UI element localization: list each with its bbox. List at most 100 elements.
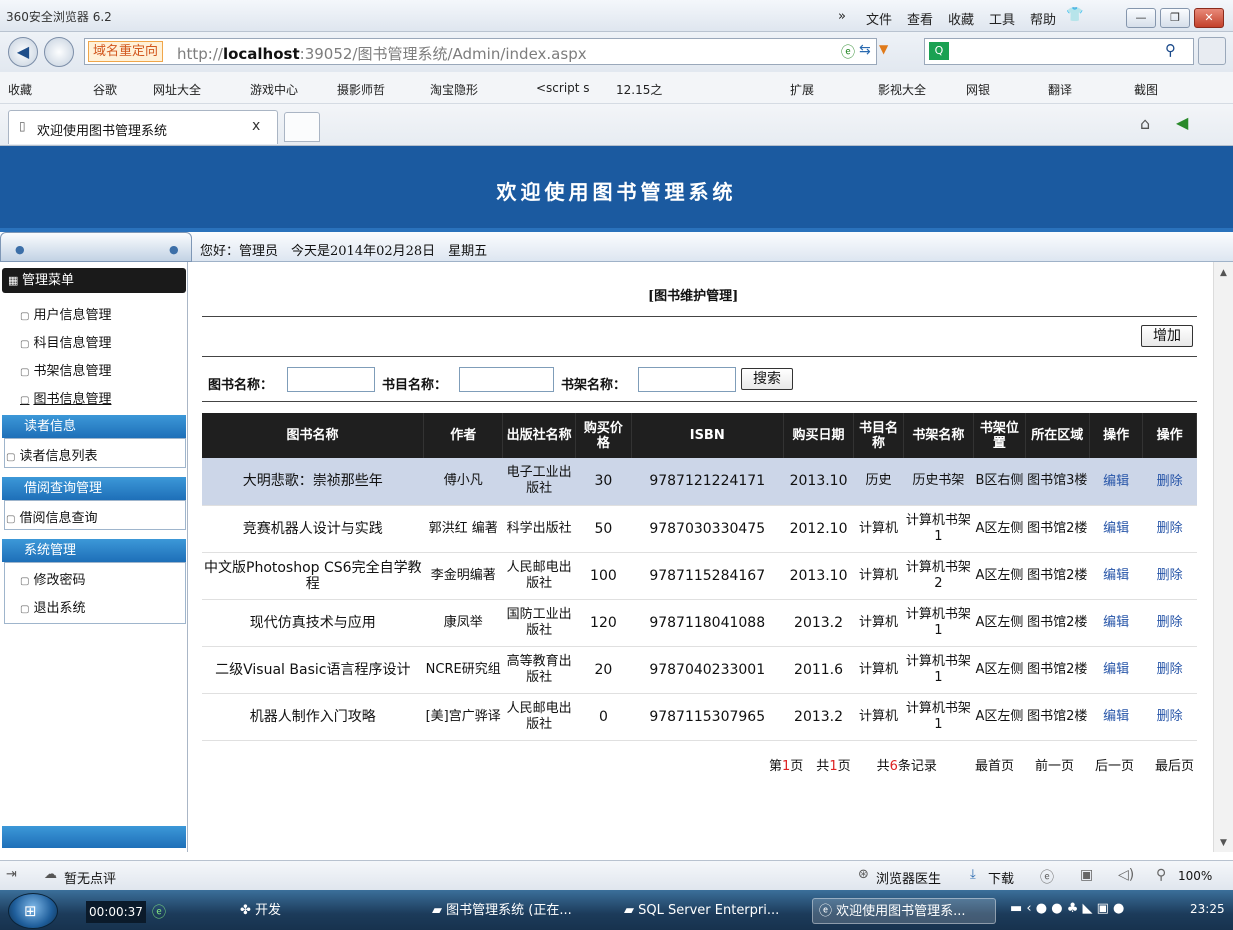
- sidebar-item-users[interactable]: 用户信息管理: [20, 304, 111, 323]
- sidebar-item-reader-list[interactable]: 读者信息列表: [6, 445, 97, 464]
- prev-page-link[interactable]: 前一页: [1035, 755, 1074, 774]
- tab-close-icon[interactable]: x: [252, 118, 260, 134]
- dropdown-icon[interactable]: ▼: [879, 42, 888, 56]
- comment-status[interactable]: 暂无点评: [64, 868, 116, 887]
- task-sql-server[interactable]: ▰ SQL Server Enterpri...: [624, 898, 779, 924]
- delete-link[interactable]: 删除: [1157, 474, 1183, 489]
- edit-link[interactable]: 编辑: [1103, 615, 1129, 630]
- fav-hao[interactable]: 网址大全: [153, 81, 201, 98]
- address-bar[interactable]: 域名重定向 http://localhost:39052/图书管理系统/Admi…: [84, 38, 888, 65]
- fav-video[interactable]: 影视大全: [878, 81, 926, 98]
- back-button[interactable]: ◀: [8, 37, 38, 67]
- edit-link[interactable]: 编辑: [1103, 474, 1129, 489]
- fav-screenshot[interactable]: 截图: [1134, 81, 1158, 98]
- new-tab-button[interactable]: [284, 112, 320, 142]
- task-browser[interactable]: ⓔ 欢迎使用图书管理系...: [812, 898, 996, 924]
- search-box[interactable]: Q ⚲: [924, 38, 1194, 65]
- zoom-level[interactable]: 100%: [1178, 869, 1212, 883]
- table-row[interactable]: 大明悲歌：崇祯那些年 傅小凡 电子工业出版社 30 9787121224171 2013.…: [202, 458, 1197, 506]
- home-icon[interactable]: ⌂: [1140, 114, 1150, 133]
- browser-doctor-link[interactable]: 浏览器医生: [876, 868, 941, 887]
- start-button[interactable]: ⊞: [8, 893, 58, 929]
- add-button[interactable]: 增加: [1141, 325, 1193, 347]
- menu-tools[interactable]: 工具: [989, 9, 1015, 28]
- first-page-link[interactable]: 最首页: [975, 755, 1014, 774]
- chevron-icon[interactable]: »: [838, 9, 846, 24]
- menu-help[interactable]: 帮助: [1030, 9, 1056, 28]
- delete-link[interactable]: 删除: [1157, 662, 1183, 677]
- table-row[interactable]: 竞赛机器人设计与实践 郭洪红 编著 科学出版社 50 9787030330475 2012…: [202, 505, 1197, 553]
- address-url[interactable]: http://localhost:39052/图书管理系统/Admin/inde…: [177, 43, 587, 64]
- task-dev[interactable]: ✤ 开发: [240, 898, 281, 924]
- last-page-link[interactable]: 最后页: [1155, 755, 1194, 774]
- maximize-button[interactable]: ❐: [1160, 8, 1190, 28]
- close-window-button[interactable]: ✕: [1194, 8, 1224, 28]
- table-cell: 2011.6: [783, 646, 854, 694]
- delete-link[interactable]: 删除: [1157, 615, 1183, 630]
- sidebar-section-system[interactable]: 系统管理: [2, 539, 186, 562]
- catalog-name-input[interactable]: [459, 367, 554, 392]
- fav-1215[interactable]: 12.15之: [616, 81, 662, 98]
- fav-extend[interactable]: 扩展: [790, 81, 814, 98]
- delete-link[interactable]: 删除: [1157, 709, 1183, 724]
- table-row[interactable]: 中文版Photoshop CS6完全自学教程 李金明编著 人民邮电出版社 100 978…: [202, 552, 1197, 600]
- sidebar-item-borrow-query[interactable]: 借阅信息查询: [6, 507, 97, 526]
- search-icon[interactable]: ⚲: [1165, 41, 1176, 59]
- sidebar-item-subjects[interactable]: 科目信息管理: [20, 332, 111, 351]
- sidebar-item-change-password[interactable]: 修改密码: [20, 569, 85, 588]
- column-header: 操作: [1089, 413, 1144, 458]
- delete-link[interactable]: 删除: [1157, 521, 1183, 536]
- undo-arrow-icon[interactable]: ◀: [1176, 113, 1188, 132]
- ie-task-icon[interactable]: ⓔ: [152, 902, 166, 922]
- menu-favorites[interactable]: 收藏: [948, 9, 974, 28]
- page-heading: [图书维护管理]: [648, 289, 739, 304]
- compat-mode-icon[interactable]: ⓔ: [841, 42, 855, 62]
- table-row[interactable]: 现代仿真技术与应用 康凤举 国防工业出版社 120 9787118041088 2013.…: [202, 599, 1197, 647]
- sidebar-section-borrow[interactable]: 借阅查询管理: [2, 477, 186, 500]
- task-project[interactable]: ▰ 图书管理系统 (正在...: [432, 898, 572, 924]
- download-link[interactable]: 下载: [988, 868, 1014, 887]
- search-engine-icon[interactable]: Q: [929, 42, 949, 60]
- forward-button[interactable]: [44, 37, 74, 67]
- sidebar-item-logout[interactable]: 退出系统: [20, 597, 85, 616]
- user-avatar-button[interactable]: [1198, 37, 1226, 65]
- fav-script[interactable]: <script s: [536, 81, 590, 95]
- fav-taobao[interactable]: 淘宝隐形: [430, 81, 478, 98]
- next-page-link[interactable]: 后一页: [1095, 755, 1134, 774]
- sidebar-item-books[interactable]: 图书信息管理: [20, 388, 111, 407]
- fav-bank[interactable]: 网银: [966, 81, 990, 98]
- fav-collect[interactable]: 收藏: [8, 81, 32, 98]
- window-icon[interactable]: ▣: [1080, 867, 1093, 883]
- tray-icons[interactable]: ▬ ‹ ● ● ♣ ◣ ▣ ●: [1010, 901, 1124, 916]
- table-row[interactable]: 机器人制作入门攻略 [美]宫广骅译 人民邮电出版社 0 9787115307965 201…: [202, 693, 1197, 741]
- table-cell: 120: [575, 599, 632, 647]
- shelf-name-input[interactable]: [638, 367, 736, 392]
- fav-games[interactable]: 游戏中心: [250, 81, 298, 98]
- ie-icon[interactable]: ⓔ: [1040, 867, 1054, 887]
- pager-info: 第1页 共1页 共6条记录: [769, 759, 937, 774]
- edit-link[interactable]: 编辑: [1103, 521, 1129, 536]
- tab-welcome[interactable]: ▯ 欢迎使用图书管理系统 x: [8, 110, 278, 144]
- book-name-input[interactable]: [287, 367, 375, 392]
- fav-photo[interactable]: 摄影师哲: [337, 81, 385, 98]
- edit-link[interactable]: 编辑: [1103, 662, 1129, 677]
- minimize-button[interactable]: —: [1126, 8, 1156, 28]
- sidebar-section-readers[interactable]: 读者信息: [2, 415, 186, 438]
- vertical-scrollbar[interactable]: ▲ ▼: [1213, 262, 1233, 852]
- menu-file[interactable]: 文件: [866, 9, 892, 28]
- shirt-icon[interactable]: 👕: [1066, 7, 1083, 23]
- edit-link[interactable]: 编辑: [1103, 709, 1129, 724]
- column-header: 购买价格: [575, 413, 632, 458]
- speaker-icon[interactable]: ◁): [1118, 867, 1134, 883]
- delete-link[interactable]: 删除: [1157, 568, 1183, 583]
- search-button[interactable]: 搜索: [741, 368, 793, 390]
- edit-link[interactable]: 编辑: [1103, 568, 1129, 583]
- menu-view[interactable]: 查看: [907, 9, 933, 28]
- fav-google[interactable]: 谷歌: [93, 81, 117, 98]
- sidebar-toggle-icon[interactable]: ⇥: [6, 867, 17, 882]
- refresh-icon[interactable]: ⇆: [859, 42, 871, 58]
- domain-redirect-badge[interactable]: 域名重定向: [88, 41, 164, 62]
- fav-translate[interactable]: 翻译: [1048, 81, 1072, 98]
- table-row[interactable]: 二级Visual Basic语言程序设计 NCRE研究组 高等教育出版社 20 9787…: [202, 646, 1197, 694]
- sidebar-item-shelves[interactable]: 书架信息管理: [20, 360, 111, 379]
